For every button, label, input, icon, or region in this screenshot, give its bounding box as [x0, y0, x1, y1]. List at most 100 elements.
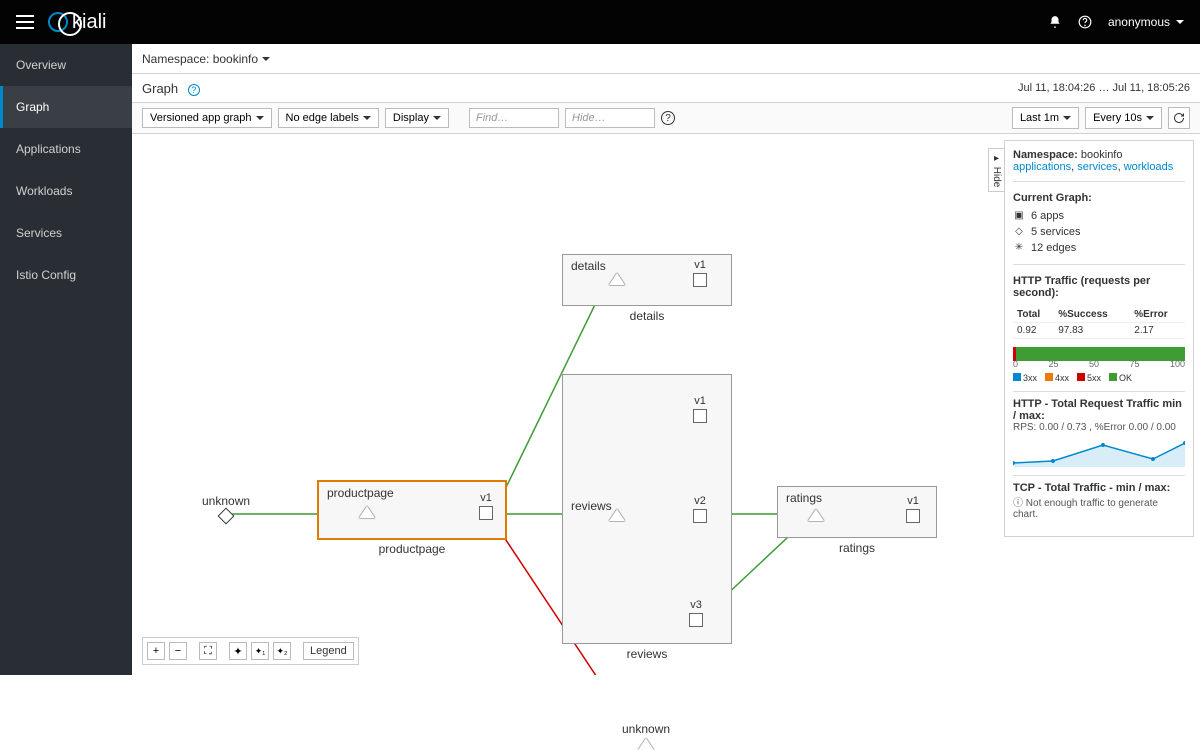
refresh-interval-select[interactable]: Every 10s: [1085, 107, 1162, 129]
chevron-down-icon: [262, 57, 270, 61]
tcp-message: ⓘ Not enough traffic to generate chart.: [1013, 494, 1185, 520]
hide-panel-button[interactable]: ▸ Hide: [1004, 148, 1005, 192]
link-workloads[interactable]: workloads: [1124, 161, 1174, 173]
app-group-productpage[interactable]: productpage v1 productpage: [317, 480, 507, 540]
node-reviews-v1[interactable]: v1: [693, 395, 707, 423]
bell-icon[interactable]: [1048, 15, 1062, 29]
sidebar-item-overview[interactable]: Overview: [0, 44, 132, 86]
group-title: ratings: [786, 491, 822, 505]
stat-edges: ✳12 edges: [1013, 240, 1185, 256]
group-title: details: [571, 259, 606, 273]
node-reviews-v2[interactable]: v2: [693, 495, 707, 523]
layout-3-button[interactable]: ✦₂: [273, 642, 291, 660]
sidebar-item-applications[interactable]: Applications: [0, 128, 132, 170]
chevron-down-icon: [256, 116, 264, 120]
tcp-header: TCP - Total Traffic - min / max:: [1013, 482, 1170, 494]
app-group-ratings[interactable]: ratings v1 ratings: [777, 486, 937, 538]
square-icon: [906, 509, 920, 523]
page-title: Graph ?: [142, 81, 200, 96]
display-select[interactable]: Display: [385, 108, 449, 128]
group-title: productpage: [327, 486, 394, 500]
namespace-selector[interactable]: Namespace: bookinfo: [142, 52, 270, 66]
summary-panel: ▸ Hide Namespace: bookinfo applications,…: [1004, 140, 1194, 537]
node-unknown-source[interactable]: unknown: [202, 494, 250, 522]
group-title: reviews: [571, 499, 612, 513]
traffic-bar-chart: [1013, 347, 1185, 361]
filter-help-icon[interactable]: ?: [661, 111, 675, 125]
square-icon: [479, 506, 493, 520]
node-ratings-service[interactable]: [808, 509, 824, 521]
sidebar-item-istio-config[interactable]: Istio Config: [0, 254, 132, 296]
edges-icon: ✳: [1013, 242, 1025, 254]
chevron-down-icon: [433, 116, 441, 120]
chevron-down-icon: [1063, 116, 1071, 120]
help-icon[interactable]: [1078, 15, 1092, 29]
edge-labels-select[interactable]: No edge labels: [278, 108, 379, 128]
legend-button[interactable]: Legend: [303, 642, 354, 660]
square-icon: [693, 509, 707, 523]
duration-select[interactable]: Last 1m: [1012, 107, 1079, 129]
group-sublabel: productpage: [379, 542, 446, 556]
link-services[interactable]: services: [1077, 161, 1117, 173]
layout-2-button[interactable]: ✦₁: [251, 642, 269, 660]
brand-logo[interactable]: kiali: [48, 11, 106, 34]
logo-mark-icon: [48, 12, 68, 32]
zoom-in-button[interactable]: +: [147, 642, 165, 660]
hide-input[interactable]: [565, 108, 655, 128]
link-applications[interactable]: applications: [1013, 161, 1071, 173]
node-productpage-service[interactable]: [359, 506, 375, 518]
apps-icon: ▣: [1013, 210, 1025, 222]
app-group-details[interactable]: details v1 details: [562, 254, 732, 306]
fit-button[interactable]: ⛶: [199, 642, 217, 660]
node-details-v1[interactable]: v1: [693, 259, 707, 287]
square-icon: [693, 409, 707, 423]
sidebar: Overview Graph Applications Workloads Se…: [0, 44, 132, 675]
info-icon[interactable]: ?: [188, 84, 200, 96]
chevron-down-icon: [1146, 116, 1154, 120]
node-unknown-sink[interactable]: unknown: [622, 722, 670, 750]
http-minmax-value: RPS: 0.00 / 0.73 , %Error 0.00 / 0.00: [1013, 422, 1185, 433]
stat-services: ◇5 services: [1013, 224, 1185, 240]
stat-apps: ▣6 apps: [1013, 208, 1185, 224]
chevron-down-icon: [363, 116, 371, 120]
color-legend: 3xx 4xx 5xx OK: [1013, 373, 1185, 383]
current-graph-header: Current Graph:: [1013, 192, 1092, 204]
user-menu[interactable]: anonymous: [1108, 15, 1184, 29]
sidebar-item-services[interactable]: Services: [0, 212, 132, 254]
traffic-table: Total%Success%Error 0.9297.832.17: [1013, 307, 1185, 339]
sparkline-chart: [1013, 437, 1185, 467]
group-sublabel: ratings: [839, 541, 875, 555]
http-traffic-header: HTTP Traffic (requests per second):: [1013, 275, 1150, 299]
services-icon: ◇: [1013, 226, 1025, 238]
layout-1-button[interactable]: ✦: [229, 642, 247, 660]
graph-canvas[interactable]: unknown productpage v1 productpage detai…: [132, 134, 1004, 675]
node-reviews-v3[interactable]: v3: [689, 599, 703, 627]
chevron-down-icon: [1176, 20, 1184, 24]
zoom-out-button[interactable]: −: [169, 642, 187, 660]
triangle-icon: [609, 273, 625, 285]
group-sublabel: reviews: [627, 647, 668, 661]
menu-icon[interactable]: [16, 15, 34, 29]
triangle-icon: [609, 509, 625, 521]
app-group-reviews[interactable]: reviews v1 v2 v3 reviews: [562, 374, 732, 644]
time-range-label: Jul 11, 18:04:26 … Jul 11, 18:05:26: [1018, 82, 1190, 94]
group-sublabel: details: [630, 309, 665, 323]
node-reviews-service[interactable]: [609, 509, 625, 521]
square-icon: [689, 613, 703, 627]
sidebar-item-workloads[interactable]: Workloads: [0, 170, 132, 212]
node-ratings-v1[interactable]: v1: [906, 495, 920, 523]
zoom-controls: + − ⛶ ✦ ✦₁ ✦₂ Legend: [142, 637, 359, 665]
square-icon: [693, 273, 707, 287]
ns-label: Namespace: bookinfo: [1013, 149, 1122, 161]
http-minmax-header: HTTP - Total Request Traffic min / max:: [1013, 398, 1182, 422]
sidebar-item-graph[interactable]: Graph: [0, 86, 132, 128]
user-name: anonymous: [1108, 15, 1170, 29]
find-input[interactable]: [469, 108, 559, 128]
node-productpage-v1[interactable]: v1: [479, 492, 493, 520]
triangle-icon: [808, 509, 824, 521]
node-details-service[interactable]: [609, 273, 625, 285]
triangle-icon: [359, 506, 375, 518]
refresh-button[interactable]: [1168, 107, 1190, 129]
graph-type-select[interactable]: Versioned app graph: [142, 108, 272, 128]
diamond-icon: [218, 508, 235, 525]
